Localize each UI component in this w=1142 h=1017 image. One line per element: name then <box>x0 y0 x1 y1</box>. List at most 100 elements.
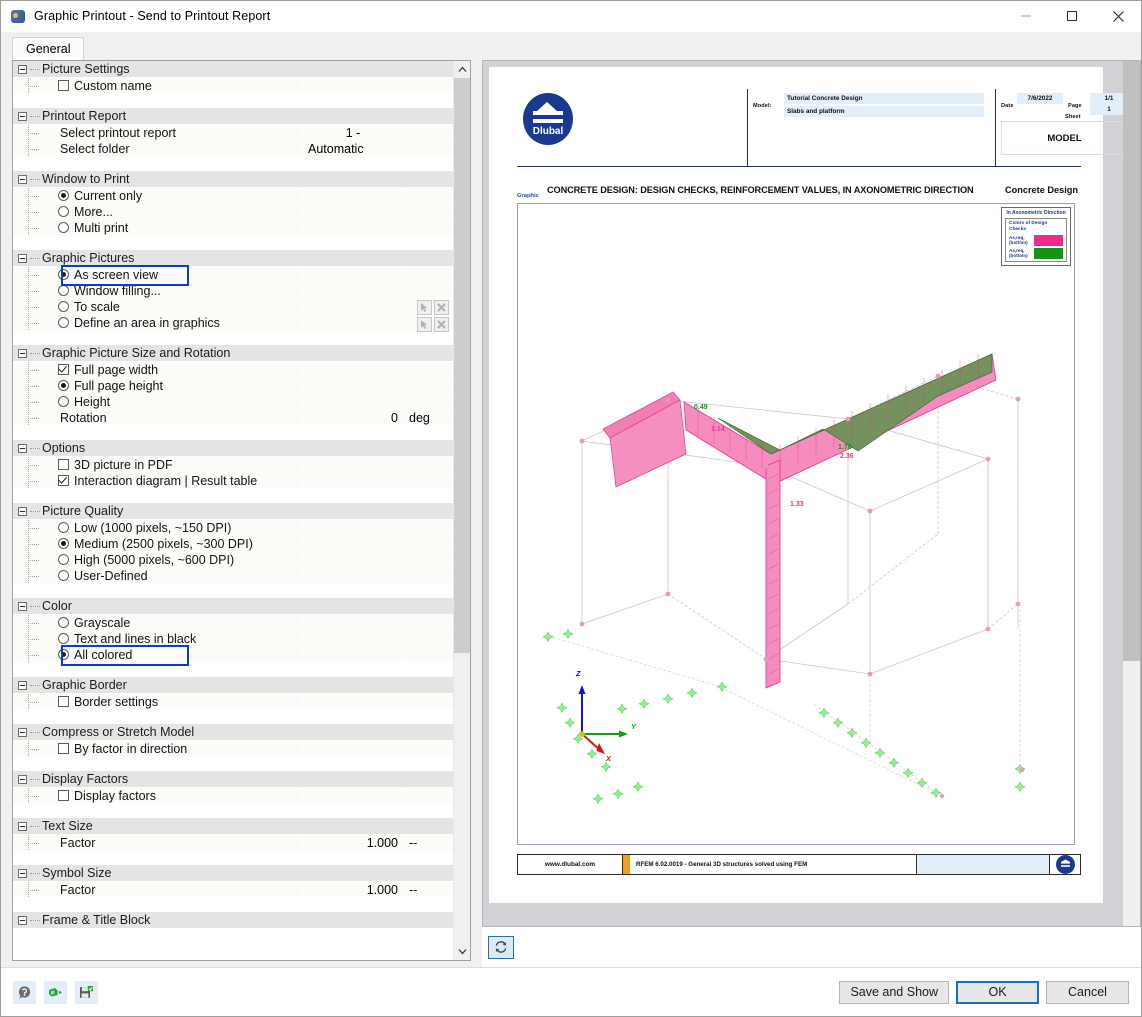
checkbox[interactable] <box>58 790 69 801</box>
settings-row-label-cell[interactable]: User-Defined <box>57 568 302 583</box>
settings-row[interactable]: To scale <box>13 299 453 315</box>
settings-row[interactable]: Interaction diagram | Result table <box>13 473 453 489</box>
settings-group-header[interactable]: Frame & Title Block <box>13 912 453 929</box>
checkbox[interactable] <box>58 364 69 375</box>
export-icon[interactable] <box>44 980 67 1004</box>
collapse-icon[interactable] <box>18 506 27 516</box>
settings-row[interactable]: Define an area in graphics <box>13 315 453 331</box>
settings-row-value[interactable] <box>302 283 403 298</box>
settings-row-value[interactable]: 0 <box>302 410 403 425</box>
collapse-icon[interactable] <box>18 174 27 184</box>
save-settings-icon[interactable] <box>75 980 98 1004</box>
settings-row-label-cell[interactable]: Current only <box>57 188 302 203</box>
settings-row-value[interactable] <box>302 741 403 756</box>
settings-row[interactable]: Display factors <box>13 788 453 804</box>
settings-row-label-cell[interactable]: To scale <box>57 299 302 314</box>
settings-row-value[interactable] <box>302 631 403 646</box>
settings-row-value[interactable] <box>302 647 403 662</box>
collapse-icon[interactable] <box>18 680 27 690</box>
settings-row-value[interactable]: 1.000 <box>302 835 403 850</box>
cancel-button[interactable]: Cancel <box>1046 980 1129 1004</box>
radio-button[interactable] <box>58 617 69 628</box>
minimize-button[interactable] <box>1003 0 1049 32</box>
settings-row[interactable]: Medium (2500 pixels, ~300 DPI) <box>13 536 453 552</box>
settings-row-label-cell[interactable]: By factor in direction <box>57 741 302 756</box>
settings-row[interactable]: By factor in direction <box>13 741 453 757</box>
settings-group-header[interactable]: Graphic Pictures <box>13 250 453 267</box>
settings-row-label-cell[interactable]: Window filling... <box>57 283 302 298</box>
settings-group-header[interactable]: Compress or Stretch Model <box>13 724 453 741</box>
settings-group-header[interactable]: Printout Report <box>13 108 453 125</box>
scroll-up-button[interactable] <box>453 61 470 78</box>
save-and-show-button[interactable]: Save and Show <box>839 980 949 1004</box>
settings-row-label-cell[interactable]: Full page height <box>57 378 302 393</box>
settings-row-value[interactable] <box>302 220 403 235</box>
radio-button[interactable] <box>58 269 69 280</box>
collapse-icon[interactable] <box>18 821 27 831</box>
settings-row-value[interactable] <box>302 188 403 203</box>
settings-row[interactable]: Multi print <box>13 220 453 236</box>
collapse-icon[interactable] <box>18 915 27 925</box>
settings-row-label-cell[interactable]: Select printout report <box>57 125 302 140</box>
radio-button[interactable] <box>58 285 69 296</box>
radio-button[interactable] <box>58 206 69 217</box>
settings-row-value[interactable]: 1.000 <box>302 882 403 897</box>
settings-row-label-cell[interactable]: Custom name <box>57 78 302 93</box>
settings-row[interactable]: 3D picture in PDF <box>13 457 453 473</box>
settings-row-label-cell[interactable]: Height <box>57 394 302 409</box>
help-icon[interactable] <box>13 980 36 1004</box>
clear-area-button[interactable] <box>434 317 449 332</box>
close-button[interactable] <box>1095 0 1141 32</box>
radio-button[interactable] <box>58 554 69 565</box>
settings-row[interactable]: As screen view <box>13 267 453 283</box>
settings-row-value[interactable]: 1 - <box>302 125 403 140</box>
collapse-icon[interactable] <box>18 443 27 453</box>
ok-button[interactable]: OK <box>956 980 1039 1004</box>
settings-row-label-cell[interactable]: Interaction diagram | Result table <box>57 473 302 488</box>
settings-row-label-cell[interactable]: Select folder <box>57 141 302 156</box>
scroll-down-button[interactable] <box>453 943 470 960</box>
settings-row[interactable]: Select printout report 1 - <box>13 125 453 141</box>
settings-group-header[interactable]: Symbol Size <box>13 865 453 882</box>
settings-row[interactable]: User-Defined <box>13 568 453 584</box>
settings-group-header[interactable]: Display Factors <box>13 771 453 788</box>
preview-area[interactable]: Dlubal Model: Tutorial Concrete Design S… <box>482 60 1141 927</box>
radio-button[interactable] <box>58 522 69 533</box>
settings-row-label-cell[interactable]: Text and lines in black <box>57 631 302 646</box>
settings-row-value[interactable] <box>302 615 403 630</box>
settings-group-header[interactable]: Options <box>13 440 453 457</box>
checkbox[interactable] <box>58 743 69 754</box>
settings-row-value[interactable] <box>302 204 403 219</box>
settings-row[interactable]: Rotation 0 deg <box>13 410 453 426</box>
collapse-icon[interactable] <box>18 111 27 121</box>
settings-row-value[interactable] <box>302 568 403 583</box>
settings-group-header[interactable]: Text Size <box>13 818 453 835</box>
settings-row[interactable]: More... <box>13 204 453 220</box>
settings-row-value[interactable] <box>302 788 403 803</box>
settings-row-label-cell[interactable]: Factor <box>57 882 302 897</box>
settings-row-label-cell[interactable]: More... <box>57 204 302 219</box>
clear-selection-button[interactable] <box>434 300 449 315</box>
collapse-icon[interactable] <box>18 727 27 737</box>
settings-row-value[interactable] <box>302 520 403 535</box>
settings-row-label-cell[interactable]: Multi print <box>57 220 302 235</box>
collapse-icon[interactable] <box>18 774 27 784</box>
radio-button[interactable] <box>58 190 69 201</box>
settings-row-value[interactable] <box>302 267 403 282</box>
settings-row[interactable]: Window filling... <box>13 283 453 299</box>
collapse-icon[interactable] <box>18 253 27 263</box>
settings-row-label-cell[interactable]: Grayscale <box>57 615 302 630</box>
settings-group-header[interactable]: Picture Settings <box>13 61 453 78</box>
collapse-icon[interactable] <box>18 601 27 611</box>
settings-row-value[interactable]: Automatic <box>302 141 403 156</box>
settings-tree[interactable]: Picture Settings Custom name Printout Repo… <box>13 61 453 960</box>
settings-row-label-cell[interactable]: 3D picture in PDF <box>57 457 302 472</box>
scrollbar-track[interactable] <box>453 78 470 943</box>
settings-row-label-cell[interactable]: Full page width <box>57 362 302 377</box>
settings-row-label-cell[interactable]: Medium (2500 pixels, ~300 DPI) <box>57 536 302 551</box>
settings-row-value[interactable] <box>302 394 403 409</box>
radio-button[interactable] <box>58 396 69 407</box>
settings-row[interactable]: Border settings <box>13 694 453 710</box>
settings-group-header[interactable]: Color <box>13 598 453 615</box>
scrollbar-thumb[interactable] <box>453 78 470 653</box>
